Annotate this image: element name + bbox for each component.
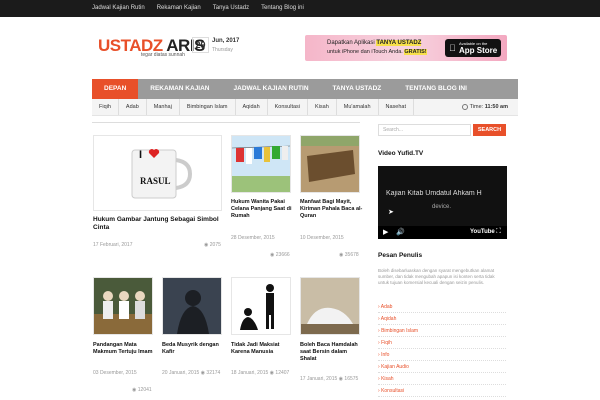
- post-title[interactable]: Boleh Baca Hamdalah saat Bersin dalam Sh…: [300, 342, 363, 363]
- subnav-kisah[interactable]: Kisah: [308, 99, 337, 115]
- play-button-icon[interactable]: ▶: [383, 228, 388, 236]
- subnav-adab[interactable]: Adab: [119, 99, 147, 115]
- content-divider: [92, 122, 360, 123]
- category-item[interactable]: › Fiqih: [378, 337, 506, 349]
- eye-icon: ◉: [338, 376, 344, 382]
- eye-icon: ◉: [269, 370, 275, 376]
- post-thumbnail[interactable]: [93, 277, 153, 335]
- eye-icon: ◉: [270, 252, 275, 258]
- subnav-bimbingan[interactable]: Bimbingan Islam: [180, 99, 236, 115]
- post-meta: 18 Januari, 2015 ◉ 12407: [231, 370, 290, 376]
- app-store-badge[interactable]:  Available on the App Store: [445, 39, 501, 57]
- nav-item-tentang[interactable]: TENTANG BLOG INI: [393, 79, 479, 99]
- post-thumbnail[interactable]: [300, 135, 360, 193]
- date-weekday: Thursday: [212, 47, 233, 53]
- post-date: 28 Desember, 2015: [231, 235, 275, 241]
- post-thumbnail[interactable]: I RASUL: [93, 135, 222, 211]
- video-player[interactable]: Kajian Kitab Umdatul Ahkam H device. ➤ ▶…: [378, 166, 507, 239]
- category-item[interactable]: › Adab: [378, 301, 506, 313]
- mug-text-rasul: RASUL: [140, 176, 171, 186]
- subnav-fiqih[interactable]: Fiqih: [92, 99, 119, 115]
- subnav-konsultasi[interactable]: Konsultasi: [268, 99, 309, 115]
- search-input[interactable]: Search...: [378, 124, 471, 136]
- category-item[interactable]: › Aqidah: [378, 313, 506, 325]
- video-title: Kajian Kitab Umdatul Ahkam H: [386, 190, 482, 197]
- post-views: ◉ 23666: [270, 252, 290, 258]
- apple-icon: : [449, 43, 456, 53]
- post-meta: 17 Januari, 2015 ◉ 16575: [300, 376, 359, 382]
- video-message: device.: [432, 204, 452, 210]
- date-day: 29: [192, 37, 209, 53]
- subnav-nasehat[interactable]: Nasehat: [379, 99, 415, 115]
- search-button[interactable]: SEARCH: [473, 124, 506, 136]
- sad-person-image: [163, 278, 221, 334]
- banner-line2: untuk iPhone dan iTouch Anda. GRATIS!: [327, 49, 427, 55]
- post-title[interactable]: Hukum Wanita Pakai Celana Panjang Saat d…: [231, 199, 294, 220]
- topnav-item-rekaman[interactable]: Rekaman Kajian: [157, 0, 201, 17]
- category-nav: Fiqih Adab Manhaj Bimbingan Islam Aqidah…: [92, 99, 518, 116]
- subnav-muamalah[interactable]: Mu'amalah: [337, 99, 379, 115]
- subnav-manhaj[interactable]: Manhaj: [147, 99, 180, 115]
- category-item[interactable]: › Info: [378, 349, 506, 361]
- time-display: Time: 11:50 am: [461, 99, 508, 115]
- eye-icon: ◉: [339, 252, 344, 258]
- grave-image: [301, 136, 359, 192]
- top-bar: Jadwal Kajian Rutin Rekaman Kajian Tanya…: [0, 0, 600, 17]
- nav-item-tanya[interactable]: TANYA USTADZ: [321, 79, 394, 99]
- post-date: 10 Desember, 2015: [300, 235, 344, 241]
- pesan-text: Boleh disebarluaskan dengan syarat menge…: [378, 268, 495, 285]
- nav-item-depan[interactable]: DEPAN: [92, 79, 139, 99]
- topnav-item-tanya[interactable]: Tanya Ustadz: [213, 0, 249, 17]
- post-thumbnail[interactable]: [300, 277, 360, 335]
- post-title[interactable]: Tidak Jadi Maksiat Karena Manusia: [231, 342, 294, 356]
- video-controls: ▶ 🔊 YouTube ⛶: [378, 226, 507, 239]
- post-title[interactable]: Pandangan Mata Makmum Tertuju Imam: [93, 342, 156, 356]
- category-item[interactable]: › Konsultasi: [378, 385, 506, 397]
- eye-icon: ◉: [200, 370, 206, 376]
- topnav-item-tentang[interactable]: Tentang Blog ini: [261, 0, 304, 17]
- post-thumbnail[interactable]: [162, 277, 222, 335]
- post-title[interactable]: Hukum Gambar Jantung Sebagai Simbol Cint…: [93, 216, 225, 232]
- volume-icon[interactable]: 🔊: [396, 228, 405, 236]
- category-item[interactable]: › Kisah: [378, 373, 506, 385]
- sujud-image: [301, 278, 359, 334]
- post-thumbnail[interactable]: [231, 135, 291, 193]
- nav-item-jadwal[interactable]: JADWAL KAJIAN RUTIN: [222, 79, 321, 99]
- category-item[interactable]: › Bimbingan Islam: [378, 325, 506, 337]
- eye-icon: ◉: [132, 387, 137, 393]
- post-views: ◉ 2075: [204, 242, 221, 248]
- video-heading: Video Yufid.TV: [378, 150, 424, 157]
- clothesline-image: [231, 136, 291, 192]
- post-title[interactable]: Manfaat Bagi Mayit, Kiriman Pahala Baca …: [300, 199, 363, 220]
- app-banner[interactable]: Dapatkan Aplikasi TANYA USTADZ untuk iPh…: [305, 35, 507, 61]
- post-views: ◉ 35678: [339, 252, 359, 258]
- topnav-item-jadwal[interactable]: Jadwal Kajian Rutin: [92, 0, 145, 17]
- post-date: 17 Februari, 2017: [93, 242, 133, 248]
- mug-image: [131, 149, 193, 199]
- clock-icon: [461, 103, 468, 110]
- youtube-logo[interactable]: YouTube: [470, 229, 495, 235]
- play-icon[interactable]: ➤: [388, 208, 394, 216]
- date-month-year: Jun, 2017: [212, 38, 240, 44]
- eye-icon: ◉: [204, 242, 209, 248]
- prayer-image: [94, 278, 152, 334]
- mug-text-i: I: [139, 149, 143, 161]
- post-title[interactable]: Beda Musyrik dengan Kafir: [162, 342, 225, 356]
- silhouette-image: [232, 278, 290, 334]
- logo-tagline: tegar diatas sunnah: [141, 52, 185, 58]
- post-thumbnail[interactable]: [231, 277, 291, 335]
- top-nav: Jadwal Kajian Rutin Rekaman Kajian Tanya…: [92, 0, 316, 17]
- main-nav: DEPAN REKAMAN KAJIAN JADWAL KAJIAN RUTIN…: [92, 79, 518, 99]
- subnav-aqidah[interactable]: Aqidah: [236, 99, 268, 115]
- post-meta: 20 Januari, 2015 ◉ 32174: [162, 370, 221, 376]
- nav-item-rekaman[interactable]: REKAMAN KAJIAN: [138, 79, 221, 99]
- pesan-heading: Pesan Penulis: [378, 252, 423, 259]
- post-views: ◉ 12041: [132, 387, 152, 393]
- post-date: 03 Desember, 2015: [93, 370, 137, 376]
- fullscreen-icon[interactable]: ⛶: [496, 228, 501, 236]
- category-item[interactable]: › Kajian Audio: [378, 361, 506, 373]
- banner-line1: Dapatkan Aplikasi TANYA USTADZ: [327, 40, 422, 46]
- category-list: › Adab › Aqidah › Bimbingan Islam › Fiqi…: [378, 301, 506, 397]
